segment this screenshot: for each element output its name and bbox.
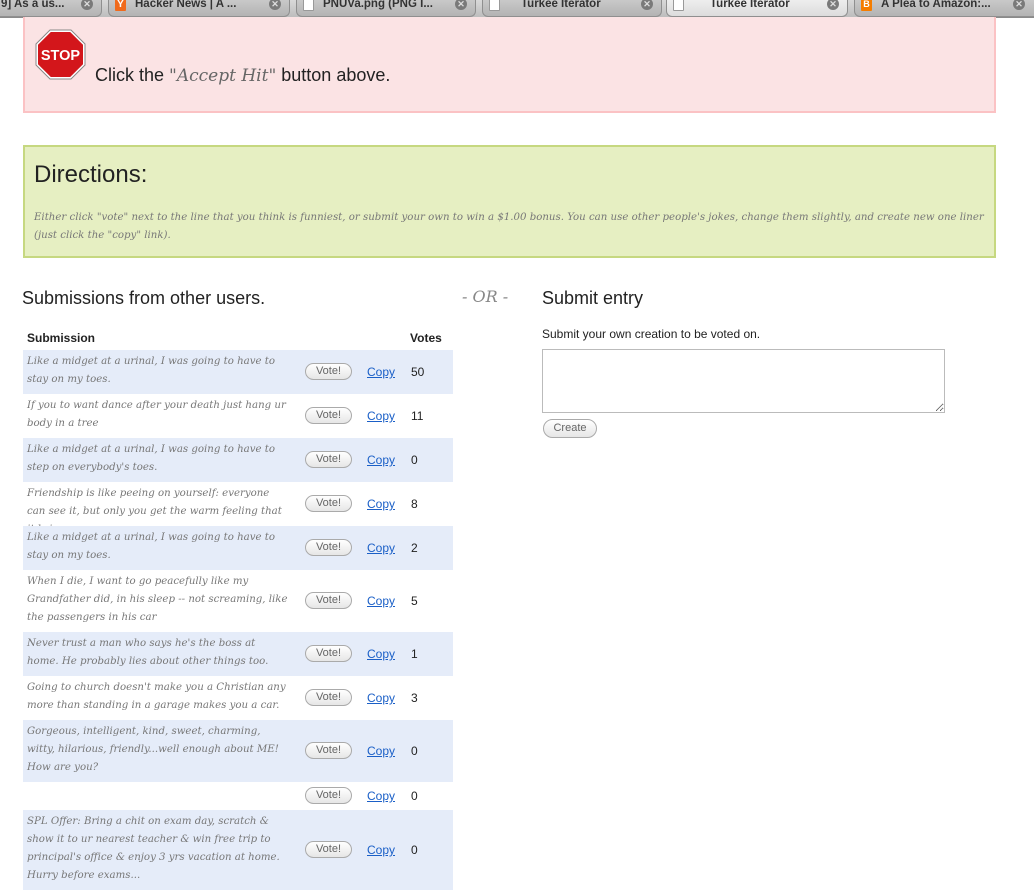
tab-title: A Plea to Amazon:... bbox=[881, 0, 991, 10]
vote-button[interactable]: Vote! bbox=[305, 451, 352, 468]
vote-count: 11 bbox=[411, 409, 424, 423]
vote-button[interactable]: Vote! bbox=[305, 742, 352, 759]
vote-button[interactable]: Vote! bbox=[305, 495, 352, 512]
vote-count: 0 bbox=[411, 744, 418, 758]
submit-entry-description: Submit your own creation to be voted on. bbox=[542, 327, 761, 341]
image-file-icon bbox=[303, 0, 314, 11]
submission-text: Like a midget at a urinal, I was going t… bbox=[27, 356, 275, 385]
submission-text: Gorgeous, intelligent, kind, sweet, char… bbox=[27, 726, 279, 773]
vote-button[interactable]: Vote! bbox=[305, 407, 352, 424]
copy-link[interactable]: Copy bbox=[367, 691, 395, 705]
vote-button[interactable]: Vote! bbox=[305, 689, 352, 706]
table-row: Friendship is like peeing on yourself: e… bbox=[23, 482, 453, 535]
document-icon bbox=[489, 0, 500, 11]
copy-link[interactable]: Copy bbox=[367, 541, 395, 555]
copy-link[interactable]: Copy bbox=[367, 497, 395, 511]
browser-tab-bar: 9] As a us... ✕ Y Hacker News | A ... ✕ P… bbox=[0, 0, 1034, 18]
close-icon[interactable]: ✕ bbox=[81, 0, 93, 10]
close-icon[interactable]: ✕ bbox=[641, 0, 653, 10]
notice-text: Click the "Accept Hit" button above. bbox=[95, 65, 390, 86]
directions-text: Either click "vote" next to the line tha… bbox=[34, 212, 984, 241]
browser-tab[interactable]: 9] As a us... ✕ bbox=[0, 0, 102, 17]
vote-button[interactable]: Vote! bbox=[305, 539, 352, 556]
table-row: Like a midget at a urinal, I was going t… bbox=[23, 438, 453, 482]
copy-link[interactable]: Copy bbox=[367, 409, 395, 423]
tab-title: 9] As a us... bbox=[1, 0, 65, 10]
entry-textarea[interactable] bbox=[542, 349, 945, 413]
vote-count: 1 bbox=[411, 647, 418, 661]
vote-button[interactable]: Vote! bbox=[305, 841, 352, 858]
table-row: Vote! Copy 0 bbox=[23, 782, 453, 810]
copy-link[interactable]: Copy bbox=[367, 744, 395, 758]
submission-text: SPL Offer: Bring a chit on exam day, scr… bbox=[27, 816, 280, 881]
submit-entry-title: Submit entry bbox=[542, 288, 644, 308]
document-icon bbox=[673, 0, 684, 11]
copy-link[interactable]: Copy bbox=[367, 843, 395, 857]
browser-tab[interactable]: B A Plea to Amazon:... ✕ bbox=[854, 0, 1034, 17]
browser-tab[interactable]: Y Hacker News | A ... ✕ bbox=[108, 0, 290, 17]
vote-button[interactable]: Vote! bbox=[305, 592, 352, 609]
notice-prefix: Click the bbox=[95, 65, 170, 85]
copy-link[interactable]: Copy bbox=[367, 365, 395, 379]
table-row: Going to church doesn't make you a Chris… bbox=[23, 676, 453, 720]
table-row: When I die, I want to go peacefully like… bbox=[23, 570, 453, 632]
table-row: Like a midget at a urinal, I was going t… bbox=[23, 350, 453, 394]
table-row: Never trust a man who says he's the boss… bbox=[23, 632, 453, 676]
vote-count: 2 bbox=[411, 541, 418, 555]
copy-link[interactable]: Copy bbox=[367, 594, 395, 608]
vote-button[interactable]: Vote! bbox=[305, 645, 352, 662]
notice-emphasis: "Accept Hit" bbox=[169, 66, 277, 86]
browser-tab[interactable]: PNUVa.png (PNG I... ✕ bbox=[296, 0, 476, 17]
vote-count: 50 bbox=[411, 365, 425, 379]
stop-sign-label: STOP bbox=[41, 48, 81, 64]
table-row: Gorgeous, intelligent, kind, sweet, char… bbox=[23, 720, 453, 782]
notice-suffix: button above. bbox=[276, 65, 391, 85]
vote-count: 0 bbox=[411, 453, 418, 467]
stop-sign-icon: STOP bbox=[35, 29, 86, 80]
create-button[interactable]: Create bbox=[543, 419, 597, 438]
submission-text: Never trust a man who says he's the boss… bbox=[27, 638, 269, 667]
or-separator: - OR - bbox=[462, 287, 509, 306]
copy-link[interactable]: Copy bbox=[367, 647, 395, 661]
browser-tab-active[interactable]: Turkee Iterator ✕ bbox=[666, 0, 848, 17]
vote-count: 8 bbox=[411, 497, 418, 511]
vote-count: 0 bbox=[411, 843, 418, 857]
submissions-title: Submissions from other users. bbox=[22, 288, 266, 308]
submission-text: If you to want dance after your death ju… bbox=[27, 400, 286, 429]
directions-title: Directions: bbox=[34, 161, 148, 188]
close-icon[interactable]: ✕ bbox=[827, 0, 839, 10]
submission-text: Like a midget at a urinal, I was going t… bbox=[27, 532, 275, 561]
column-header-submission: Submission bbox=[27, 331, 96, 345]
vote-button[interactable]: Vote! bbox=[305, 787, 352, 804]
tab-title: Hacker News | A ... bbox=[135, 0, 237, 10]
blogger-icon: B bbox=[861, 0, 872, 11]
directions-box: Directions: Either click "vote" next to … bbox=[23, 145, 996, 258]
close-icon[interactable]: ✕ bbox=[269, 0, 281, 10]
submission-text: Going to church doesn't make you a Chris… bbox=[27, 682, 286, 711]
y-combinator-icon: Y bbox=[115, 0, 126, 11]
accept-hit-notice: STOP Click the "Accept Hit" button above… bbox=[23, 17, 996, 113]
copy-link[interactable]: Copy bbox=[367, 789, 395, 803]
browser-tab[interactable]: Turkee Iterator ✕ bbox=[482, 0, 662, 17]
table-row: Like a midget at a urinal, I was going t… bbox=[23, 526, 453, 570]
copy-link[interactable]: Copy bbox=[367, 453, 395, 467]
vote-count: 3 bbox=[411, 691, 418, 705]
vote-button[interactable]: Vote! bbox=[305, 363, 352, 380]
submission-text: Like a midget at a urinal, I was going t… bbox=[27, 444, 275, 473]
table-row: If you to want dance after your death ju… bbox=[23, 394, 453, 438]
vote-count: 0 bbox=[411, 789, 418, 803]
column-header-votes: Votes bbox=[410, 331, 442, 345]
table-row: SPL Offer: Bring a chit on exam day, scr… bbox=[23, 810, 453, 890]
tab-title: Turkee Iterator bbox=[521, 0, 601, 10]
submission-text: When I die, I want to go peacefully like… bbox=[27, 576, 288, 623]
tab-title: PNUVa.png (PNG I... bbox=[323, 0, 433, 10]
close-icon[interactable]: ✕ bbox=[1013, 0, 1025, 10]
vote-count: 5 bbox=[411, 594, 418, 608]
close-icon[interactable]: ✕ bbox=[455, 0, 467, 10]
tab-title: Turkee Iterator bbox=[710, 0, 790, 10]
